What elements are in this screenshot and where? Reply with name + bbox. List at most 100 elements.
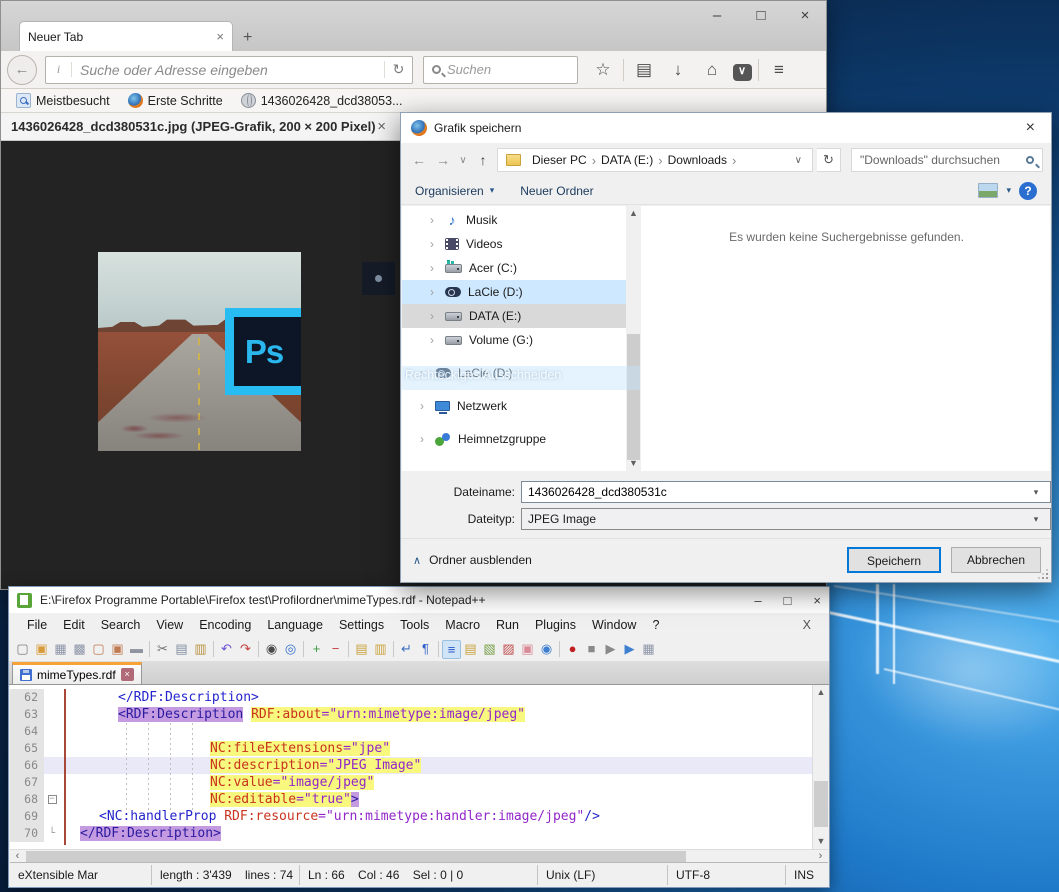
chevron-right-icon[interactable]: › bbox=[430, 285, 438, 299]
cancel-button[interactable]: Abbrechen bbox=[951, 547, 1041, 573]
filename-input[interactable] bbox=[521, 481, 1051, 503]
code-line[interactable]: 68−NC:editable="true"> bbox=[10, 791, 828, 808]
help-icon[interactable]: ? bbox=[1019, 182, 1037, 200]
reading-list-icon[interactable]: ▤ bbox=[627, 60, 661, 80]
tree-item[interactable]: ›Acer (C:) bbox=[402, 256, 626, 280]
document-tab[interactable]: mimeTypes.rdf × bbox=[12, 662, 142, 684]
close-all-icon[interactable]: ▣ bbox=[108, 640, 127, 659]
url-input[interactable] bbox=[72, 58, 384, 82]
save-all-icon[interactable]: ▩ bbox=[70, 640, 89, 659]
menu-item-language[interactable]: Language bbox=[259, 618, 331, 632]
dialog-close-icon[interactable]: × bbox=[1020, 119, 1041, 137]
sync-scroll-h-icon[interactable]: ▥ bbox=[371, 640, 390, 659]
minimize-button[interactable]: – bbox=[704, 7, 730, 24]
menu-item-view[interactable]: View bbox=[148, 618, 191, 632]
scrollbar-thumb[interactable] bbox=[814, 781, 828, 827]
new-tab-button[interactable]: + bbox=[243, 29, 252, 47]
chevron-right-icon[interactable]: › bbox=[420, 366, 428, 380]
dialog-search-input[interactable] bbox=[860, 153, 1026, 167]
nav-forward-icon[interactable]: → bbox=[433, 152, 453, 168]
scrollbar-thumb[interactable] bbox=[627, 334, 640, 460]
bookmark-star-icon[interactable]: ☆ bbox=[586, 60, 620, 80]
firefox-titlebar[interactable]: Neuer Tab × + – □ × bbox=[1, 1, 826, 51]
browser-tab[interactable]: Neuer Tab × bbox=[19, 21, 233, 51]
code-line[interactable]: 65NC:fileExtensions="jpe" bbox=[10, 740, 828, 757]
home-icon[interactable]: ⌂ bbox=[695, 60, 729, 80]
chevron-right-icon[interactable]: › bbox=[430, 237, 438, 251]
menu-item-macro[interactable]: Macro bbox=[437, 618, 488, 632]
scroll-up-icon[interactable]: ▲ bbox=[813, 685, 828, 700]
nav-back-icon[interactable]: ← bbox=[409, 152, 429, 168]
tab-close-icon[interactable]: × bbox=[216, 29, 224, 44]
breadcrumb[interactable]: Dieser PC›DATA (E:)›Downloads› ∨ bbox=[497, 148, 813, 172]
breadcrumb-segment[interactable]: Dieser PC bbox=[527, 153, 592, 167]
refresh-icon[interactable]: ↻ bbox=[817, 148, 841, 172]
tree-item[interactable]: ›Heimnetzgruppe bbox=[402, 427, 626, 451]
np-minimize-button[interactable]: – bbox=[754, 593, 761, 608]
chevron-right-icon[interactable]: › bbox=[420, 432, 428, 446]
document-tab-close-icon[interactable]: × bbox=[121, 668, 134, 681]
resize-grip[interactable] bbox=[1046, 577, 1048, 579]
code-line[interactable]: 64 bbox=[10, 723, 828, 740]
bookmark-item[interactable]: 1436026428_dcd38053... bbox=[234, 93, 410, 108]
paste-icon[interactable]: ▥ bbox=[191, 640, 210, 659]
maximize-button[interactable]: □ bbox=[748, 7, 774, 24]
scroll-down-icon[interactable]: ▼ bbox=[813, 834, 828, 849]
download-icon[interactable]: ↓ bbox=[661, 60, 695, 80]
menu-item-file[interactable]: File bbox=[19, 618, 55, 632]
chevron-right-icon[interactable]: › bbox=[430, 309, 438, 323]
open-folder-icon[interactable]: ▣ bbox=[32, 640, 51, 659]
filename-dropdown-icon[interactable]: ▾ bbox=[1027, 487, 1045, 498]
filetype-dropdown-icon[interactable]: ▾ bbox=[1027, 514, 1045, 525]
np-close-button[interactable]: × bbox=[813, 593, 821, 608]
chevron-right-icon[interactable]: › bbox=[430, 261, 438, 275]
new-file-icon[interactable]: ▢ bbox=[13, 640, 32, 659]
menu-item-encoding[interactable]: Encoding bbox=[191, 618, 259, 632]
code-line[interactable]: 62</RDF:Description> bbox=[10, 689, 828, 706]
macro-save-icon[interactable]: ▦ bbox=[639, 640, 658, 659]
dialog-search-box[interactable] bbox=[851, 148, 1043, 172]
undo-icon[interactable]: ↶ bbox=[217, 640, 236, 659]
pocket-icon[interactable]: ∨ bbox=[729, 59, 755, 81]
cut-icon[interactable]: ✂ bbox=[153, 640, 172, 659]
code-line[interactable]: 69<NC:handlerProp RDF:resource="urn:mime… bbox=[10, 808, 828, 825]
menubar-close-icon[interactable]: X bbox=[795, 618, 819, 632]
fold-marker[interactable]: − bbox=[44, 791, 60, 808]
zoom-in-icon[interactable]: + bbox=[307, 640, 326, 659]
close-icon[interactable]: ▢ bbox=[89, 640, 108, 659]
tree-scrollbar[interactable]: ▲ ▼ bbox=[626, 206, 641, 471]
editor-horizontal-scrollbar[interactable]: ‹ › bbox=[10, 849, 828, 863]
url-bar[interactable]: i ↻ bbox=[45, 56, 413, 84]
dialog-titlebar[interactable]: Grafik speichern × bbox=[401, 113, 1051, 143]
new-folder-button[interactable]: Neuer Ordner bbox=[520, 184, 593, 198]
tree-item[interactable]: ›LaCie (D:) bbox=[402, 280, 626, 304]
viewer-close-icon[interactable]: × bbox=[377, 118, 386, 135]
menu-item-edit[interactable]: Edit bbox=[55, 618, 93, 632]
file-list-pane[interactable]: Es wurden keine Suchergebnisse gefunden. bbox=[643, 206, 1050, 471]
code-line[interactable]: 66NC:description="JPEG Image" bbox=[10, 757, 828, 774]
nav-recent-icon[interactable]: ∨ bbox=[457, 155, 469, 166]
code-editor[interactable]: 62</RDF:Description>63<RDF:Description R… bbox=[10, 685, 828, 849]
filetype-select[interactable]: JPEG Image bbox=[521, 508, 1051, 530]
search-box[interactable] bbox=[423, 56, 578, 84]
tree-item[interactable]: ›♪Musik bbox=[402, 208, 626, 232]
notepad-titlebar[interactable]: E:\Firefox Programme Portable\Firefox te… bbox=[9, 587, 829, 613]
menu-item-search[interactable]: Search bbox=[93, 618, 149, 632]
bookmark-item[interactable]: Erste Schritte bbox=[121, 93, 230, 108]
save-button[interactable]: Speichern bbox=[847, 547, 941, 573]
macro-record-icon[interactable]: ● bbox=[563, 640, 582, 659]
menu-item-window[interactable]: Window bbox=[584, 618, 644, 632]
document-map-icon[interactable]: ▧ bbox=[480, 640, 499, 659]
menu-item-plugins[interactable]: Plugins bbox=[527, 618, 584, 632]
zoom-out-icon[interactable]: − bbox=[326, 640, 345, 659]
menu-item-run[interactable]: Run bbox=[488, 618, 527, 632]
breadcrumb-segment[interactable]: Downloads bbox=[663, 153, 732, 167]
chevron-right-icon[interactable]: › bbox=[420, 399, 428, 413]
indent-guide-icon[interactable]: ≡ bbox=[442, 640, 461, 659]
save-icon[interactable]: ▦ bbox=[51, 640, 70, 659]
macro-play-icon[interactable]: ▶ bbox=[601, 640, 620, 659]
view-thumbnails-icon[interactable] bbox=[978, 183, 998, 198]
close-button[interactable]: × bbox=[792, 7, 818, 24]
find-icon[interactable]: ◉ bbox=[262, 640, 281, 659]
breadcrumb-segment[interactable]: DATA (E:) bbox=[596, 153, 658, 167]
